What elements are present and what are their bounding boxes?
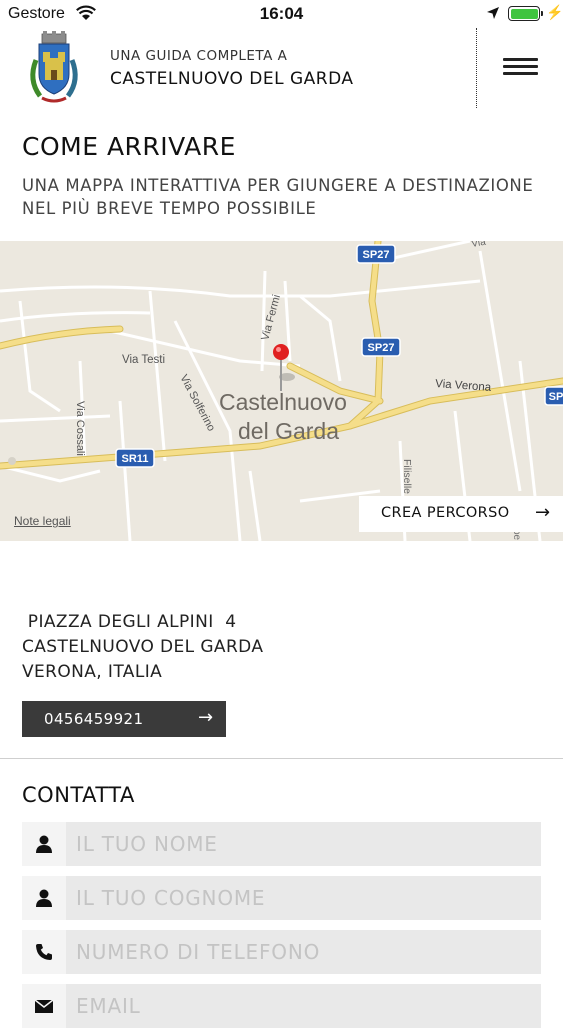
header-title: CASTELNUOVO DEL GARDA: [110, 69, 354, 89]
phone-input[interactable]: [66, 930, 541, 974]
town-label: del Garda: [238, 418, 339, 444]
map-legal-link[interactable]: Note legali: [14, 514, 71, 528]
header-subtitle: UNA GUIDA COMPLETA A: [110, 48, 288, 64]
person-icon: [22, 822, 66, 866]
svg-text:Via Testi: Via Testi: [122, 354, 165, 366]
phone-field: [22, 930, 541, 974]
address-block: PIAZZA DEGLI ALPINI 4 CASTELNUOVO DEL GA…: [22, 610, 263, 685]
svg-text:Via Verona: Via Verona: [435, 378, 492, 394]
contact-title: CONTATTA: [22, 783, 135, 807]
last-name-field: [22, 876, 541, 920]
svg-text:Via Cossali: Via Cossali: [74, 401, 86, 456]
first-name-field: [22, 822, 541, 866]
svg-text:Via Fermi: Via Fermi: [259, 293, 283, 341]
person-icon: [22, 876, 66, 920]
svg-text:Via Solferino: Via Solferino: [177, 373, 217, 434]
phone-number: 0456459921: [44, 710, 144, 728]
hamburger-menu-button[interactable]: [503, 58, 539, 78]
charging-icon: ⚡: [546, 4, 563, 20]
last-name-input[interactable]: [66, 876, 541, 920]
email-field: [22, 984, 541, 1028]
menu-bar: [503, 65, 538, 68]
clock: 16:04: [259, 4, 304, 23]
create-route-label: CREA PERCORSO: [381, 505, 510, 521]
svg-text:Via: Via: [471, 241, 487, 250]
arrow-right-icon: →: [198, 707, 214, 728]
page-title: COME ARRIVARE: [22, 132, 236, 161]
interactive-map[interactable]: SP27 SP27 SR11 SP Via Testi Via Fermi Vi…: [0, 241, 563, 541]
call-phone-button[interactable]: 0456459921 →: [22, 701, 226, 737]
first-name-input[interactable]: [66, 822, 541, 866]
arrow-right-icon: →: [535, 502, 551, 523]
address-line: VERONA, ITALIA: [22, 662, 163, 682]
svg-text:Filiselle: Filiselle: [401, 459, 413, 494]
menu-bar: [503, 58, 538, 61]
town-crest-logo[interactable]: [24, 30, 84, 106]
location-arrow-icon: [487, 7, 499, 19]
app-header: UNA GUIDA COMPLETA A CASTELNUOVO DEL GAR…: [0, 28, 563, 112]
section-divider: [0, 758, 563, 759]
email-input[interactable]: [66, 984, 541, 1028]
map-pin-icon[interactable]: [269, 341, 299, 397]
address-line: PIAZZA DEGLI ALPINI 4: [22, 612, 237, 632]
address-line: CASTELNUOVO DEL GARDA: [22, 637, 264, 657]
battery-icon: [508, 6, 540, 21]
battery-tip: [541, 11, 543, 16]
page-description: UNA MAPPA INTERATTIVA PER GIUNGERE A DES…: [22, 176, 534, 218]
phone-icon: [22, 930, 66, 974]
status-bar: Gestore 16:04 ⚡: [0, 0, 563, 28]
menu-bar: [503, 72, 538, 75]
header-divider: [476, 28, 477, 108]
mail-icon: [22, 984, 66, 1028]
create-route-button[interactable]: CREA PERCORSO →: [359, 496, 563, 532]
